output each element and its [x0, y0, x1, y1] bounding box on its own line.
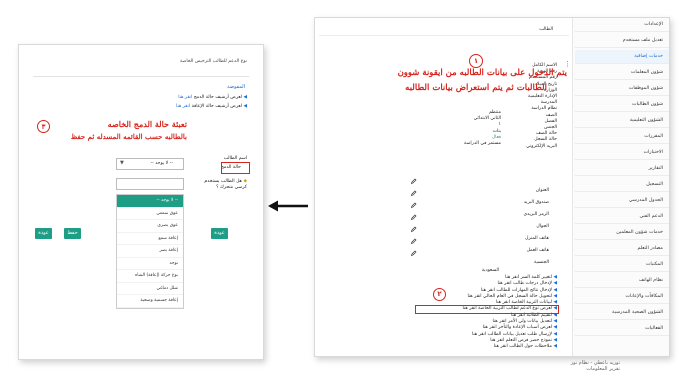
action-link[interactable]: ◀ ملاحظات حول الطالب انقر هنا — [407, 344, 557, 350]
footer-caption: توريه باعطي - نظام نور تقرير المعلومات — [571, 360, 620, 372]
nationality-value: السعودية — [481, 268, 499, 273]
field-value: مستمر في الدراسة — [464, 141, 501, 147]
sidebar-item[interactable]: شؤون الموظفات — [575, 82, 669, 96]
edit-icon[interactable] — [411, 202, 417, 208]
edit-icon[interactable] — [411, 226, 417, 232]
field-label: البريد الإلكتروني — [526, 143, 557, 149]
bullet-icon: ◀ — [243, 95, 247, 100]
annotation-3-line1: تعبئة حالة الدمج الخاصه — [107, 119, 187, 129]
sidebar-item[interactable]: الجدول المدرسي — [575, 194, 669, 208]
divider — [33, 76, 249, 77]
sidebar-item[interactable]: خدمات إضافية — [575, 50, 669, 64]
option-item[interactable]: عوق بصري — [117, 220, 183, 233]
editable-field-label: الجوال — [536, 224, 549, 229]
sidebar-item[interactable]: التقارير — [575, 162, 669, 176]
sidebar-item[interactable]: الشؤون التعليمية — [575, 114, 669, 128]
sidebar-item[interactable]: شؤون المعلمات — [575, 66, 669, 80]
support-type-link-highlight — [415, 305, 559, 314]
sidebar-item[interactable]: التسجيل — [575, 178, 669, 192]
annotation-step-3: ٣ تعبئة حالة الدمج الخاصه بالطالبه حسب ا… — [37, 119, 187, 141]
caption-line2: تقرير المعلومات — [586, 366, 620, 372]
edit-icon[interactable] — [411, 178, 417, 184]
sidebar-item[interactable]: الشؤون الصحية المدرسية — [575, 306, 669, 320]
sidebar-item[interactable]: تعديل ملف مستخدم — [575, 34, 669, 48]
editable-field-label: هاتف العمل — [526, 248, 549, 253]
flow-arrow-icon — [266, 198, 310, 212]
sidebar-item[interactable]: الفعاليات — [575, 322, 669, 336]
editable-field-label: صندوق البريد — [523, 200, 549, 205]
divider — [319, 35, 569, 36]
merge-status-select[interactable]: -- لا يوجد -- ▼ — [116, 158, 184, 170]
save-button[interactable]: حفظ — [64, 228, 81, 239]
sidebar-item[interactable]: الدعم الفني — [575, 210, 669, 224]
edit-icon[interactable] — [411, 250, 417, 256]
sidebar-item[interactable]: مصادر التعلم — [575, 242, 669, 256]
edit-icon[interactable] — [411, 190, 417, 196]
sidebar-marker-icon: ⋮ — [564, 60, 571, 68]
option-item[interactable]: إعاقة جسمية وصحية — [117, 295, 183, 308]
merge-status-options: -- لا يوجد -- عوق سمعي عوق بصري إعاقة سم… — [116, 194, 184, 309]
return-button[interactable]: عودة — [211, 228, 228, 239]
annotation-1-line1: يتم الدخول على بيانات الطالبه من ايقونة … — [397, 68, 567, 78]
sidebar-item[interactable]: المقررات — [575, 130, 669, 144]
main-sidebar: الإعدادات تعديل ملف مستخدم خدمات إضافية … — [572, 18, 669, 356]
option-item[interactable]: شلل دماغي — [117, 283, 183, 295]
edit-icon[interactable] — [411, 214, 417, 220]
disability-archive-action[interactable]: انقر هنا — [176, 104, 190, 109]
sidebar-item[interactable]: شؤون الطالبات — [575, 98, 669, 112]
editable-fields: العنوان صندوق البريد الرمز البريدي الجوا… — [489, 188, 549, 268]
merge-status-highlight — [221, 162, 250, 174]
sidebar-item[interactable]: المكافآت والإعانات — [575, 290, 669, 304]
field-values: منتظم الثاني الابتدائي ١ بنات فعال مستمر… — [451, 110, 501, 147]
edit-icon[interactable] — [411, 238, 417, 244]
option-item[interactable]: عوق سمعي — [117, 208, 183, 220]
step-3-marker: ٣ — [37, 120, 50, 133]
screen-header: نوع الدعم للطالب الترخيص الخاصة — [180, 59, 247, 64]
sidebar-item[interactable]: الاختبارات — [575, 146, 669, 160]
disability-archive-link[interactable]: ◀ لعرض أرشيف حالة الإعاقة انقر هنا — [176, 104, 247, 110]
sidebar-item[interactable]: المكتبات — [575, 258, 669, 272]
chevron-down-icon: ▼ — [120, 160, 124, 166]
option-item[interactable]: توحد — [117, 258, 183, 270]
editable-field-label: العنوان — [535, 188, 549, 193]
editable-field-label: هاتف المنزل — [525, 236, 549, 241]
annotation-3-line2: بالطالبه حسب القائمه المسدله ثم حفظ — [70, 132, 187, 141]
merge-archive-link[interactable]: ◀ لعرض أرشيف حالة الدمج انقر هنا — [178, 95, 247, 101]
support-type-screen: نوع الدعم للطالب الترخيص الخاصة المفوضة … — [18, 44, 264, 360]
wheelchair-question[interactable]: ◆ هل الطالب يستخدم كرسي متحرك ؟ — [203, 179, 247, 191]
sidebar-item[interactable]: خدمات شؤون المعلمين — [575, 226, 669, 240]
step-2-marker: ٢ — [433, 288, 446, 301]
editable-field-label: الجنسية — [534, 260, 549, 265]
sidebar-item[interactable]: نظام الهاتف — [575, 274, 669, 288]
editable-field-label: الرمز البريدي — [523, 212, 549, 217]
annotation-1-line2: الطالبات ثم يتم استعراض بيانات الطالبه — [405, 83, 547, 93]
bullet-icon: ◀ — [243, 104, 247, 109]
section-subtitle: المفوضة — [227, 84, 245, 90]
page-title: الطالب — [539, 27, 553, 32]
checkbox-icon[interactable]: ◆ — [243, 179, 247, 184]
option-item[interactable]: -- لا يوجد -- — [117, 195, 183, 208]
merge-archive-action[interactable]: انقر هنا — [178, 95, 192, 100]
select-search-input[interactable] — [116, 178, 184, 190]
option-item[interactable]: إعاقة سمع — [117, 233, 183, 245]
option-item[interactable]: نوع حركة (إعاقة) الشاه — [117, 270, 183, 283]
step-1-marker: ١ — [469, 54, 483, 68]
option-item[interactable]: إعاقة بصر — [117, 245, 183, 258]
sidebar-item[interactable]: الإعدادات — [575, 18, 669, 32]
back-button[interactable]: عودة — [35, 228, 52, 239]
student-data-screen: الطالب الإعدادات تعديل ملف مستخدم خدمات … — [314, 17, 670, 357]
